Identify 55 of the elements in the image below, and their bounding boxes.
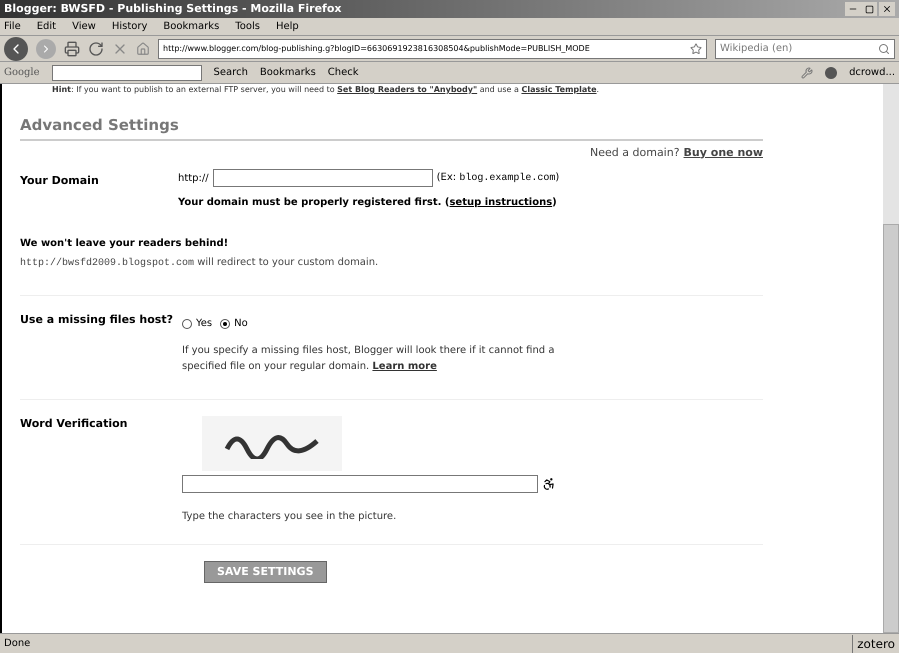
toolbar-search-field[interactable] [52, 64, 202, 80]
field-label: Use a missing files host? [20, 312, 174, 328]
scrollbar[interactable] [883, 84, 899, 633]
help-text: Type the characters you see in the picture. [182, 510, 398, 524]
field-label: Word Verification [20, 416, 129, 432]
addon-label[interactable]: zotero [852, 634, 899, 652]
domain-input-field[interactable] [212, 169, 433, 187]
readers-text: http://bwsfd2009.blogspot.com will redirect to your custom domain. [20, 256, 380, 271]
back-button[interactable] [4, 36, 28, 60]
window-title: Blogger: BWSFD - Publishing Settings - Mozilla Firefox [4, 0, 342, 17]
radio-option[interactable]: No [220, 316, 248, 331]
hint-text: Hint: If you want to publish to an external FTP server, you will need to Set Blog Readers to "Anybody" and use a Classic Template. [51, 84, 600, 96]
example-text: (Ex: blog.example.com) [436, 171, 560, 186]
close-button[interactable] [879, 2, 895, 16]
reload-icon[interactable] [88, 40, 104, 56]
wrench-icon[interactable] [801, 66, 814, 78]
menu-item[interactable]: Edit [36, 19, 56, 34]
maximize-icon [864, 4, 874, 14]
menu-item[interactable]: Help [276, 19, 299, 34]
buy-domain-link[interactable]: Buy one now [684, 144, 763, 161]
search-icon[interactable] [878, 42, 890, 54]
toolbar-button[interactable]: Check [328, 65, 359, 80]
user-button[interactable]: dcrowd... [849, 65, 895, 80]
captcha-input-field[interactable] [182, 475, 538, 493]
minimize-button[interactable] [845, 2, 861, 16]
note-text: Your domain must be properly registered first. (setup instructions) [178, 196, 558, 210]
scrollbar-thumb[interactable] [883, 224, 899, 633]
link[interactable]: Set Blog Readers to "Anybody" [337, 85, 478, 94]
address-field[interactable]: http://www.blogger.com/blog-publishing.g?blogID=6630691923816308504&publishMode=PUBLISH_MODE [158, 38, 707, 58]
field-label: Your Domain [20, 173, 100, 189]
search-field[interactable]: Wikipedia (en) [715, 38, 895, 58]
toolbar-button[interactable]: Bookmarks [260, 65, 316, 80]
menu-item[interactable]: Tools [235, 19, 260, 34]
accessibility-icon[interactable] [542, 477, 556, 491]
print-icon[interactable] [64, 40, 80, 56]
maximize-button[interactable] [861, 2, 877, 16]
toolbar-button[interactable]: Search [214, 65, 248, 80]
readers-title: We won't leave your readers behind! [20, 237, 230, 251]
setup-link[interactable]: setup instructions [449, 197, 552, 208]
status-text: Done [3, 637, 32, 651]
learn-more-link[interactable]: Learn more [372, 361, 437, 372]
menu-item[interactable]: View [72, 19, 96, 34]
home-icon[interactable] [136, 42, 150, 56]
promo-text: Need a domain? [590, 144, 680, 160]
prefix-text: http:// [178, 172, 209, 186]
section-title: Advanced Settings [20, 114, 763, 140]
menu-item[interactable]: File [4, 19, 21, 34]
radio-option[interactable]: Yes [182, 316, 212, 331]
star-icon[interactable] [690, 42, 702, 54]
menu-item[interactable]: Bookmarks [163, 19, 220, 34]
menu-item[interactable]: History [112, 19, 148, 34]
close-icon [882, 4, 892, 14]
help-text: If you specify a missing files host, Blogger will look there if it cannot find a specified file on your regular domain. Learn more [182, 344, 556, 374]
toolbar-logo: Google [4, 66, 40, 80]
link[interactable]: Classic Template [521, 85, 597, 94]
